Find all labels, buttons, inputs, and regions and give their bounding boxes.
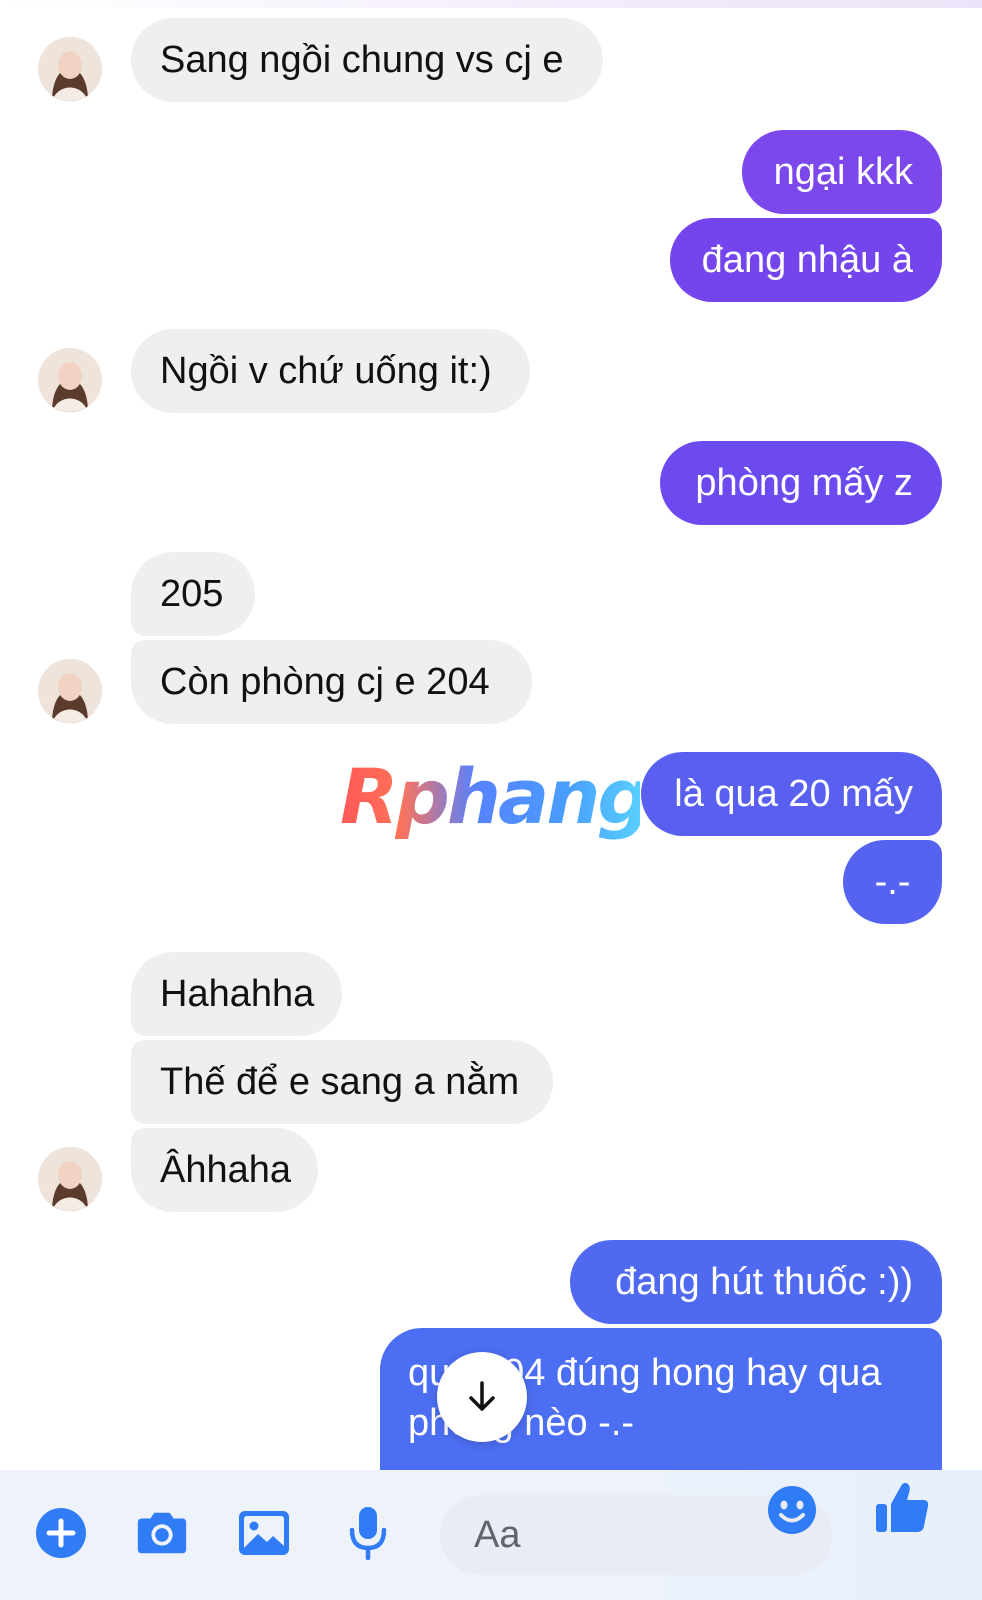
avatar-portrait-icon (38, 37, 102, 101)
message-text: Hahahha (160, 973, 315, 1015)
message-text: phòng mấy z (695, 462, 913, 504)
avatar-portrait-icon (38, 659, 102, 723)
incoming-message[interactable]: Hahahha (131, 952, 342, 1036)
outgoing-message[interactable]: ngại kkk (742, 130, 942, 214)
incoming-message[interactable]: Còn phòng cj e 204 (131, 640, 532, 724)
message-text: ngại kkk (773, 151, 913, 193)
avatar-portrait-icon (38, 348, 102, 412)
message-text: Thế để e sang a nằm (160, 1061, 520, 1103)
contact-avatar[interactable] (38, 1147, 102, 1211)
message-text: Ngồi v chứ uống it:) (160, 350, 492, 392)
image-icon (239, 1511, 289, 1555)
message-text: là qua 20 mấy (674, 773, 913, 815)
message-text: đang nhậu à (701, 239, 913, 281)
contact-avatar[interactable] (38, 659, 102, 723)
contact-avatar[interactable] (38, 37, 102, 101)
thumbs-up-icon (876, 1482, 929, 1532)
message-text: -.- (874, 861, 911, 903)
plus-icon (36, 1508, 86, 1558)
camera-icon (137, 1512, 187, 1554)
incoming-message[interactable]: Âhhaha (131, 1128, 318, 1212)
incoming-message[interactable]: Sang ngồi chung vs cj e (131, 18, 603, 102)
microphone-icon (349, 1507, 387, 1561)
plus-button[interactable] (33, 1505, 89, 1561)
watermark-logo: Rphang (340, 752, 652, 841)
outgoing-message[interactable]: phòng mấy z (660, 441, 942, 525)
avatar-portrait-icon (38, 1147, 102, 1211)
message-text: Còn phòng cj e 204 (160, 661, 490, 703)
outgoing-message[interactable]: đang hút thuốc :)) (570, 1240, 942, 1324)
gallery-button[interactable] (236, 1505, 292, 1561)
incoming-message[interactable]: 205 (131, 552, 255, 636)
message-text: Sang ngồi chung vs cj e (160, 39, 564, 81)
top-gradient (0, 0, 982, 8)
like-button[interactable] (872, 1477, 932, 1537)
outgoing-message[interactable]: là qua 20 mấy (641, 752, 942, 836)
message-text: đang hút thuốc :)) (615, 1261, 913, 1303)
emoji-icon (768, 1486, 816, 1534)
message-text: 205 (160, 573, 224, 615)
contact-avatar[interactable] (38, 348, 102, 412)
scroll-to-bottom-button[interactable] (437, 1352, 527, 1442)
emoji-button[interactable] (764, 1482, 820, 1538)
incoming-message[interactable]: Ngồi v chứ uống it:) (131, 329, 530, 413)
message-input-placeholder: Aa (474, 1514, 521, 1556)
message-text: Âhhaha (160, 1149, 292, 1191)
arrow-down-icon (469, 1381, 495, 1411)
microphone-button[interactable] (340, 1505, 396, 1561)
outgoing-message[interactable]: -.- (843, 840, 942, 924)
incoming-message[interactable]: Thế để e sang a nằm (131, 1040, 553, 1124)
outgoing-message[interactable]: đang nhậu à (670, 218, 942, 302)
camera-button[interactable] (134, 1505, 190, 1561)
